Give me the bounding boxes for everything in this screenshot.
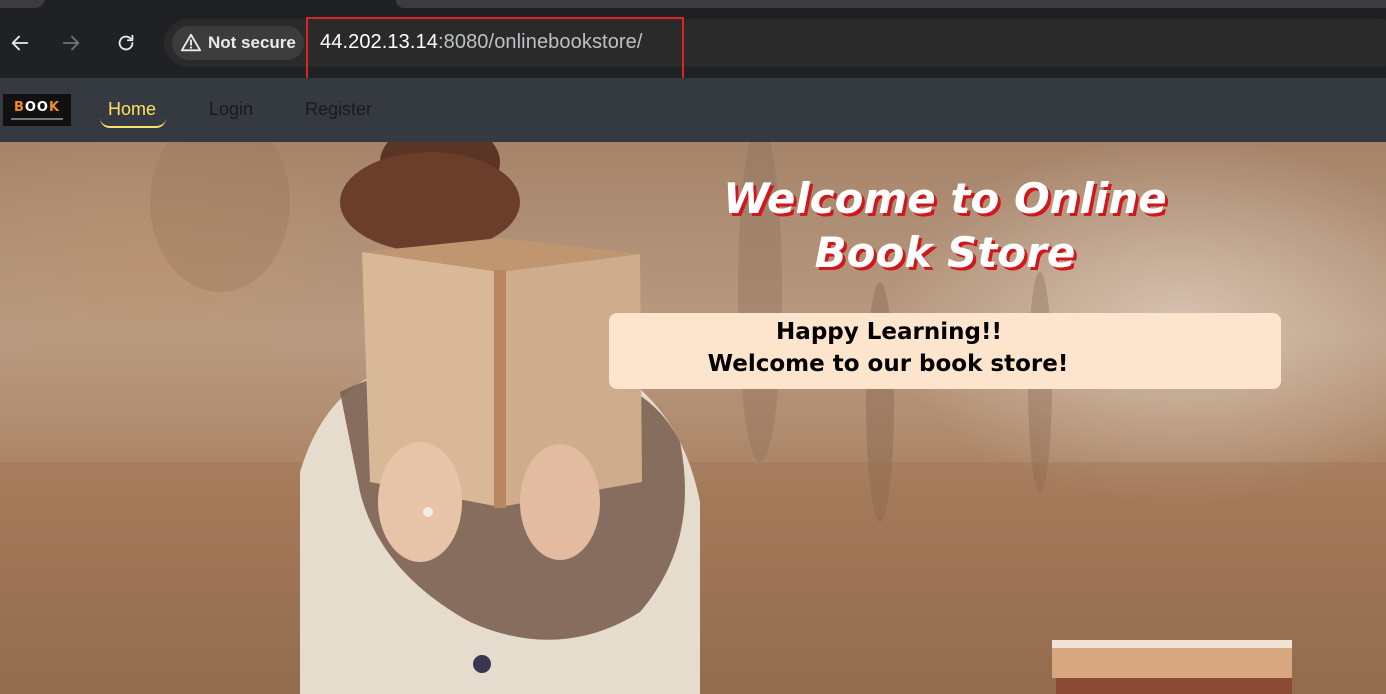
forward-button[interactable] [51,26,91,60]
hero-title: Welcome to Online Book Store [700,172,1190,280]
reload-icon [118,34,134,51]
book-logo-icon[interactable]: BOOK [3,94,71,126]
logo-tagline-bar [11,117,63,120]
url-host: 44.202.13.14 [320,31,438,53]
reload-button[interactable] [106,26,146,60]
warning-icon [180,33,202,52]
nav-register[interactable]: Register [305,99,372,120]
security-chip[interactable]: Not secure [172,26,304,60]
welcome-card: Happy Learning!! Welcome to our book sto… [609,313,1281,389]
welcome-card-line2: Welcome to our book store! [707,351,1069,377]
hero-title-line2: Book Store [814,228,1076,277]
logo-text: BOOK [13,99,61,115]
security-label: Not secure [208,33,296,52]
site-navbar: BOOK Home Login Register [0,78,1386,142]
url-text[interactable]: 44.202.13.14:8080/onlinebookstore/ [320,31,643,54]
url-path: :8080/onlinebookstore/ [437,31,643,53]
address-bar[interactable]: Not secure 44.202.13.14:8080/onlinebooks… [164,19,1386,67]
nav-home[interactable]: Home [108,99,156,120]
forward-arrow-icon [62,35,80,51]
nav-login[interactable]: Login [209,99,253,120]
back-arrow-icon [11,35,29,51]
tab-strip [0,0,1386,18]
welcome-card-line1: Happy Learning!! [776,319,1002,345]
back-button[interactable] [0,26,40,60]
tab-left[interactable] [0,0,45,8]
hero-title-line1: Welcome to Online [723,174,1167,223]
browser-toolbar: Not secure 44.202.13.14:8080/onlinebooks… [0,18,1386,76]
tab-strip-bar [396,0,1386,8]
active-underline [100,118,166,128]
hero-banner: Welcome to Online Book Store Happy Learn… [0,142,1386,694]
